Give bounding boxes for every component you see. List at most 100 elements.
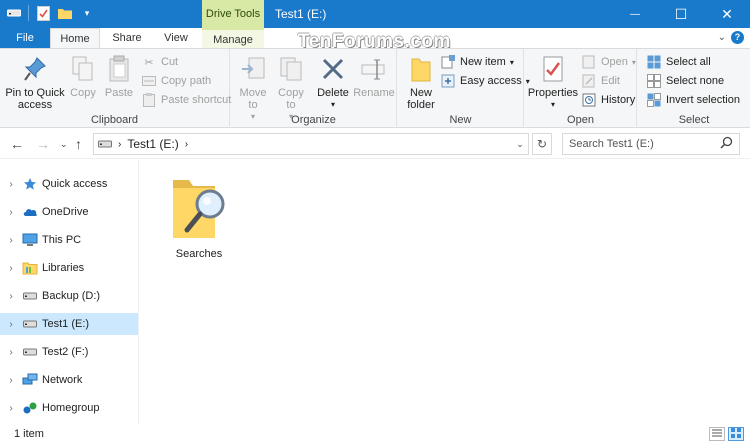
- select-all-button[interactable]: Select all: [646, 53, 711, 71]
- copy-button[interactable]: Copy: [66, 53, 100, 99]
- refresh-icon: ↻: [536, 137, 548, 151]
- nav-item-test1-e[interactable]: › Test1 (E:): [0, 313, 138, 335]
- collapse-ribbon-icon[interactable]: ⌄: [718, 32, 726, 43]
- open-label: Open: [601, 56, 628, 68]
- select-all-label: Select all: [666, 56, 711, 68]
- nav-item-libraries[interactable]: › Libraries: [0, 257, 138, 279]
- new-folder-icon[interactable]: [57, 5, 73, 21]
- paste-shortcut-button[interactable]: Paste shortcut: [141, 91, 231, 109]
- chevron-down-icon: ▾: [509, 57, 514, 67]
- minimize-button[interactable]: —: [612, 0, 658, 28]
- organize-group-label: Organize: [291, 114, 336, 126]
- new-item-button[interactable]: New item ▾: [440, 53, 514, 71]
- details-view-button[interactable]: [709, 427, 725, 441]
- expand-chevron-icon[interactable]: ›: [0, 235, 22, 246]
- edit-label: Edit: [601, 75, 620, 87]
- tab-view[interactable]: View: [154, 28, 198, 48]
- copy-to-label: Copy to: [278, 87, 304, 111]
- tab-file[interactable]: File: [0, 28, 50, 48]
- copy-path-button[interactable]: Copy path: [141, 72, 211, 90]
- maximize-button[interactable]: ☐: [658, 0, 704, 28]
- rename-button[interactable]: Rename: [353, 53, 395, 99]
- forward-arrow-icon[interactable]: →: [36, 136, 50, 152]
- properties-icon[interactable]: [35, 5, 51, 21]
- new-item-icon: [440, 54, 456, 70]
- copy-to-button[interactable]: Copy to ▾: [273, 53, 309, 123]
- file-item-searches[interactable]: Searches: [160, 172, 238, 260]
- expand-chevron-icon[interactable]: ›: [0, 319, 22, 330]
- drive-icon[interactable]: [6, 5, 22, 21]
- properties-button[interactable]: Properties ▾: [527, 53, 579, 111]
- expand-chevron-icon[interactable]: ›: [0, 291, 22, 302]
- pin-to-quick-access-button[interactable]: Pin to Quick access: [4, 53, 66, 111]
- context-tab-header: Drive Tools: [202, 0, 264, 28]
- invert-selection-icon: [646, 92, 662, 108]
- nav-item-label: This PC: [42, 234, 82, 246]
- nav-item-onedrive[interactable]: › OneDrive: [0, 201, 138, 223]
- view-switcher: [709, 427, 744, 441]
- invert-selection-button[interactable]: Invert selection: [646, 91, 740, 109]
- cut-label: Cut: [161, 56, 179, 68]
- paste-label: Paste: [104, 87, 134, 99]
- toolbar-divider: [28, 5, 29, 21]
- tab-home[interactable]: Home: [50, 28, 100, 48]
- nav-item-label: OneDrive: [42, 206, 89, 218]
- up-arrow-icon[interactable]: ↑: [75, 136, 82, 152]
- window-controls: — ☐ ✕: [612, 0, 750, 28]
- search-icon[interactable]: [720, 136, 733, 156]
- close-button[interactable]: ✕: [704, 0, 750, 28]
- breadcrumb-separator-icon: ›: [184, 138, 189, 150]
- edit-icon: [581, 73, 597, 89]
- search-box[interactable]: Search Test1 (E:): [562, 133, 740, 155]
- open-button[interactable]: Open ▾: [581, 53, 636, 71]
- nav-item-network[interactable]: › Network: [0, 369, 138, 391]
- pane-divider[interactable]: [138, 160, 139, 424]
- expand-chevron-icon[interactable]: ›: [0, 179, 22, 190]
- new-folder-label: New folder: [407, 87, 435, 111]
- breadcrumb-current[interactable]: Test1 (E:): [127, 137, 178, 151]
- recent-locations-icon[interactable]: ⌄: [60, 139, 68, 150]
- select-none-button[interactable]: Select none: [646, 72, 724, 90]
- details-view-icon: [712, 428, 722, 440]
- expand-chevron-icon[interactable]: ›: [0, 263, 22, 274]
- easy-access-button[interactable]: Easy access ▾: [440, 72, 530, 90]
- nav-item-homegroup[interactable]: › Homegroup: [0, 397, 138, 419]
- customize-toolbar-icon[interactable]: ▾: [79, 5, 95, 21]
- cut-button[interactable]: ✂ Cut: [141, 53, 178, 71]
- large-icons-view-button[interactable]: [728, 427, 744, 441]
- edit-button[interactable]: Edit: [581, 72, 620, 90]
- copy-path-label: Copy path: [161, 75, 212, 87]
- organize-group: Move to ▾ Copy to ▾ Delete ▾ Rename Orga…: [231, 49, 397, 128]
- pin-icon: [19, 53, 51, 85]
- refresh-button[interactable]: ↻: [532, 133, 552, 155]
- select-group: Select all Select none Invert selection …: [638, 49, 750, 128]
- expand-chevron-icon[interactable]: ›: [0, 207, 22, 218]
- history-button[interactable]: History: [581, 91, 635, 109]
- paste-button[interactable]: Paste: [102, 53, 136, 99]
- delete-label: Delete: [317, 87, 349, 99]
- move-to-button[interactable]: Move to ▾: [235, 53, 271, 123]
- nav-item-quick-access[interactable]: › Quick access: [0, 173, 138, 195]
- tab-manage[interactable]: Manage: [202, 28, 264, 48]
- address-history-dropdown[interactable]: ⌄: [510, 133, 530, 155]
- invert-selection-label: Invert selection: [666, 94, 740, 106]
- expand-chevron-icon[interactable]: ›: [0, 403, 22, 414]
- expand-chevron-icon[interactable]: ›: [0, 347, 22, 358]
- nav-item-backup-d[interactable]: › Backup (D:): [0, 285, 138, 307]
- nav-item-label: Test1 (E:): [42, 318, 90, 330]
- new-group: New folder New item ▾ Easy access ▾ New: [398, 49, 530, 128]
- new-folder-button[interactable]: New folder: [402, 53, 440, 111]
- new-group-label: New: [449, 114, 472, 126]
- drive-icon: [22, 316, 38, 332]
- nav-item-this-pc[interactable]: › This PC: [0, 229, 138, 251]
- expand-chevron-icon[interactable]: ›: [0, 375, 22, 386]
- delete-button[interactable]: Delete ▾: [315, 53, 351, 111]
- delete-icon: [317, 53, 349, 85]
- rename-icon: [358, 53, 390, 85]
- nav-item-test2-f[interactable]: › Test2 (F:): [0, 341, 138, 363]
- back-arrow-icon[interactable]: ←: [10, 136, 24, 152]
- help-icon[interactable]: ?: [731, 31, 744, 44]
- address-bar[interactable]: › Test1 (E:) ›: [93, 133, 529, 155]
- tab-share[interactable]: Share: [104, 28, 150, 48]
- select-group-label: Select: [678, 114, 710, 126]
